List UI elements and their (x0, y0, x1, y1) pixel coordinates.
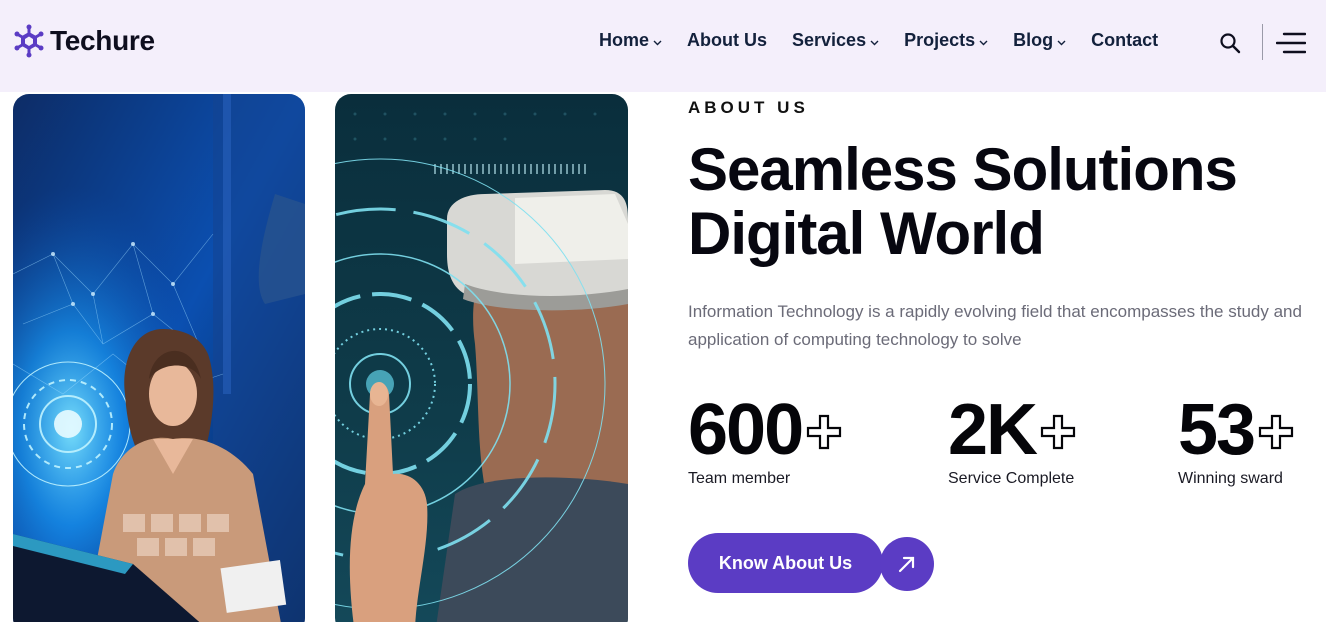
stat-value: 600 (688, 390, 804, 470)
stat-number-wrap: 2K (948, 392, 1078, 468)
stat-team-members: 600 Team member (688, 392, 844, 488)
stat-label: Service Complete (948, 470, 1075, 487)
nav-item-label: Services (792, 30, 867, 50)
nav-item-services[interactable]: Services (792, 30, 879, 51)
plus-icon (807, 414, 842, 450)
main-nav: Home About Us Services Projects Blog Con… (599, 30, 1158, 51)
search-icon[interactable] (1219, 32, 1241, 54)
nav-item-label: Blog (1013, 30, 1054, 50)
plus-icon (1258, 414, 1294, 450)
stat-value: 2K (948, 390, 1038, 470)
chevron-down-icon (1057, 40, 1066, 45)
stat-winning-award: 53 Winning sward (1178, 392, 1296, 488)
cta-arrow-button[interactable] (880, 537, 934, 591)
chevron-down-icon (870, 40, 879, 45)
nav-item-contact[interactable]: Contact (1091, 30, 1158, 51)
snowflake-hex-icon (14, 24, 44, 58)
nav-item-label: Home (599, 30, 650, 50)
site-header: Techure Home About Us Services Projects … (0, 0, 1326, 92)
nav-item-home[interactable]: Home (599, 30, 662, 51)
about-image-vr-headset (335, 94, 628, 622)
nav-item-blog[interactable]: Blog (1013, 30, 1066, 51)
hamburger-menu-icon[interactable] (1276, 31, 1306, 55)
chevron-down-icon (653, 40, 662, 45)
nav-item-projects[interactable]: Projects (904, 30, 988, 51)
section-description: Information Technology is a rapidly evol… (688, 302, 1302, 349)
headline-line-2: Digital World (688, 200, 1045, 267)
stat-service-complete: 2K Service Complete (948, 392, 1078, 488)
stat-label: Winning sward (1178, 470, 1283, 487)
brand-logo[interactable]: Techure (12, 24, 155, 58)
plus-icon (1040, 414, 1076, 450)
section-eyebrow: ABOUT US (688, 98, 809, 117)
brand-name: Techure (50, 25, 155, 56)
header-divider (1262, 24, 1263, 60)
headline-line-1: Seamless Solutions (688, 136, 1238, 203)
stat-label: Team member (688, 470, 791, 487)
page-title: Seamless Solutions Digital World (688, 138, 1308, 266)
stat-number-wrap: 53 (1178, 392, 1296, 468)
arrow-up-right-icon (898, 556, 915, 573)
nav-item-label: About Us (687, 30, 768, 50)
woman-laptop-illustration (13, 94, 305, 622)
stat-value: 53 (1178, 390, 1256, 470)
nav-item-label: Projects (904, 30, 976, 50)
chevron-down-icon (979, 40, 988, 45)
nav-item-about[interactable]: About Us (687, 30, 767, 51)
stat-number-wrap: 600 (688, 392, 844, 468)
vr-headset-illustration (335, 94, 628, 622)
about-image-woman-laptop (13, 94, 305, 622)
know-about-us-button[interactable]: Know About Us (688, 533, 883, 593)
nav-item-label: Contact (1091, 30, 1159, 50)
